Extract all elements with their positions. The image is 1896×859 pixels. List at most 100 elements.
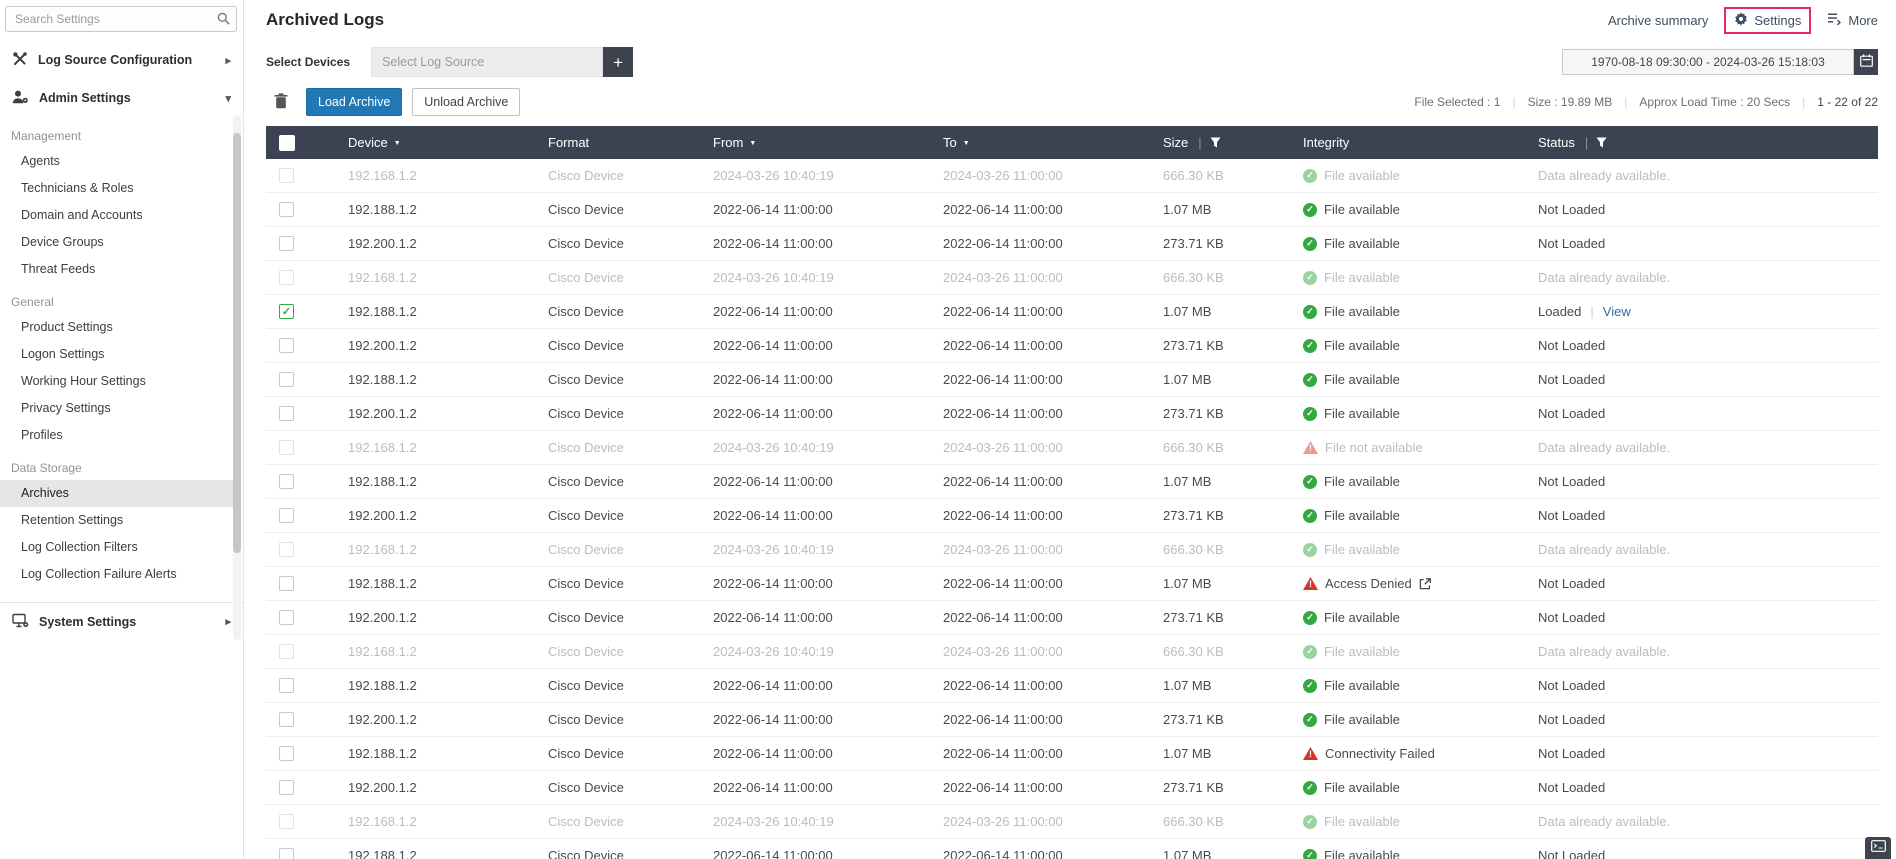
row-checkbox[interactable]	[279, 270, 294, 285]
from-cell: 2022-06-14 11:00:00	[713, 780, 833, 795]
status-cell: Not Loaded	[1530, 712, 1878, 727]
sidebar-item-device-groups[interactable]: Device Groups	[0, 229, 233, 256]
integrity-text: Connectivity Failed	[1325, 746, 1435, 761]
chevron-right-icon: ▸	[225, 54, 231, 67]
row-checkbox[interactable]	[279, 406, 294, 421]
select-all-checkbox[interactable]	[279, 134, 295, 151]
to-cell: 2022-06-14 11:00:00	[943, 508, 1063, 523]
col-device[interactable]: Device ▼	[340, 135, 540, 150]
status-cell: Not Loaded	[1530, 236, 1878, 251]
sidebar-item-system-settings[interactable]: System Settings ▸	[0, 602, 243, 640]
device-cell: 192.188.1.2	[348, 474, 417, 489]
external-link-icon[interactable]	[1419, 577, 1431, 590]
col-to[interactable]: To ▼	[935, 135, 1155, 150]
row-checkbox[interactable]	[279, 644, 294, 659]
sidebar-item-profiles[interactable]: Profiles	[0, 422, 233, 449]
load-time-stat: Approx Load Time : 20 Secs	[1639, 95, 1791, 109]
row-checkbox[interactable]	[279, 848, 294, 859]
status-cell: Not Loaded	[1530, 576, 1878, 591]
from-cell: 2022-06-14 11:00:00	[713, 712, 833, 727]
integrity-text: File available	[1324, 542, 1400, 557]
calendar-icon	[1859, 54, 1873, 70]
sidebar-item-privacy-settings[interactable]: Privacy Settings	[0, 395, 233, 422]
to-cell: 2022-06-14 11:00:00	[943, 474, 1063, 489]
sidebar-item-technicians-roles[interactable]: Technicians & Roles	[0, 175, 233, 202]
scrollbar-thumb[interactable]	[233, 133, 241, 553]
checkbox-cell	[266, 338, 340, 353]
search-input[interactable]	[5, 6, 237, 32]
row-checkbox[interactable]	[279, 508, 294, 523]
row-checkbox[interactable]	[279, 814, 294, 829]
table-row: 192.188.1.2 Cisco Device 2022-06-14 11:0…	[266, 295, 1878, 329]
sidebar-item-agents[interactable]: Agents	[0, 148, 233, 175]
row-checkbox[interactable]	[279, 304, 294, 319]
checkbox-cell	[266, 780, 340, 795]
col-size[interactable]: Size |	[1155, 135, 1295, 150]
sidebar-scrollbar[interactable]	[233, 115, 241, 640]
date-range-input[interactable]: 1970-08-18 09:30:00 - 2024-03-26 15:18:0…	[1562, 49, 1854, 75]
format-cell: Cisco Device	[548, 712, 624, 727]
settings-label: Settings	[1754, 12, 1802, 28]
sidebar-item-domain-and-accounts[interactable]: Domain and Accounts	[0, 202, 233, 229]
sidebar-item-admin-settings[interactable]: Admin Settings ▾	[0, 79, 243, 117]
from-cell: 2022-06-14 11:00:00	[713, 338, 833, 353]
row-checkbox[interactable]	[279, 440, 294, 455]
row-checkbox[interactable]	[279, 678, 294, 693]
sidebar-item-product-settings[interactable]: Product Settings	[0, 314, 233, 341]
filter-funnel-icon[interactable]	[1210, 137, 1221, 148]
load-archive-button[interactable]: Load Archive	[306, 88, 403, 116]
col-integrity[interactable]: Integrity	[1295, 135, 1530, 150]
log-source-input[interactable]	[371, 47, 604, 77]
integrity-text: File available	[1324, 338, 1400, 353]
row-checkbox[interactable]	[279, 168, 294, 183]
row-checkbox[interactable]	[279, 338, 294, 353]
settings-button[interactable]: Settings	[1734, 11, 1802, 29]
device-cell: 192.168.1.2	[348, 644, 417, 659]
row-checkbox[interactable]	[279, 372, 294, 387]
col-status[interactable]: Status |	[1530, 135, 1878, 150]
row-checkbox[interactable]	[279, 746, 294, 761]
col-from[interactable]: From ▼	[705, 135, 935, 150]
table-row: 192.200.1.2 Cisco Device 2022-06-14 11:0…	[266, 397, 1878, 431]
col-format[interactable]: Format	[540, 135, 705, 150]
to-cell: 2024-03-26 11:00:00	[943, 270, 1063, 285]
archive-summary-link[interactable]: Archive summary	[1608, 13, 1708, 28]
chevron-down-icon: ▾	[225, 92, 231, 105]
unload-archive-button[interactable]: Unload Archive	[412, 88, 521, 116]
row-checkbox[interactable]	[279, 610, 294, 625]
support-console-button[interactable]	[1865, 837, 1891, 859]
sidebar-item-log-collection-failure-alerts[interactable]: Log Collection Failure Alerts	[0, 561, 233, 588]
calendar-button[interactable]	[1854, 49, 1878, 75]
search-icon[interactable]	[217, 12, 230, 30]
sidebar-item-threat-feeds[interactable]: Threat Feeds	[0, 256, 233, 283]
row-checkbox[interactable]	[279, 712, 294, 727]
sidebar-item-log-source-configuration[interactable]: Log Source Configuration ▸	[0, 41, 243, 79]
row-checkbox[interactable]	[279, 202, 294, 217]
sidebar-item-log-collection-filters[interactable]: Log Collection Filters	[0, 534, 233, 561]
device-cell: 192.200.1.2	[348, 712, 417, 727]
view-link[interactable]: View	[1603, 304, 1631, 319]
status-text: Data already available.	[1538, 270, 1671, 285]
device-cell: 192.188.1.2	[348, 202, 417, 217]
status-text: Loaded	[1538, 304, 1582, 319]
integrity-cell: File available	[1295, 644, 1530, 659]
filter-funnel-icon[interactable]	[1596, 137, 1607, 148]
add-log-source-button[interactable]: +	[603, 47, 634, 77]
row-checkbox[interactable]	[279, 542, 294, 557]
row-checkbox[interactable]	[279, 474, 294, 489]
row-checkbox[interactable]	[279, 780, 294, 795]
sidebar-item-logon-settings[interactable]: Logon Settings	[0, 341, 233, 368]
status-cell: Data already available.	[1530, 644, 1878, 659]
sidebar-item-archives[interactable]: Archives	[0, 480, 233, 507]
delete-archive-button[interactable]	[274, 92, 288, 112]
table-header: Device ▼ Format From ▼ To ▼ Size | Integ…	[266, 126, 1878, 159]
row-checkbox[interactable]	[279, 576, 294, 591]
sidebar-item-working-hour-settings[interactable]: Working Hour Settings	[0, 368, 233, 395]
sidebar-item-retention-settings[interactable]: Retention Settings	[0, 507, 233, 534]
from-cell: 2022-06-14 11:00:00	[713, 474, 833, 489]
checkbox-cell	[266, 848, 340, 859]
more-button[interactable]: More	[1827, 12, 1878, 28]
table-row: 192.188.1.2 Cisco Device 2022-06-14 11:0…	[266, 839, 1878, 859]
table-row: 192.188.1.2 Cisco Device 2022-06-14 11:0…	[266, 363, 1878, 397]
row-checkbox[interactable]	[279, 236, 294, 251]
